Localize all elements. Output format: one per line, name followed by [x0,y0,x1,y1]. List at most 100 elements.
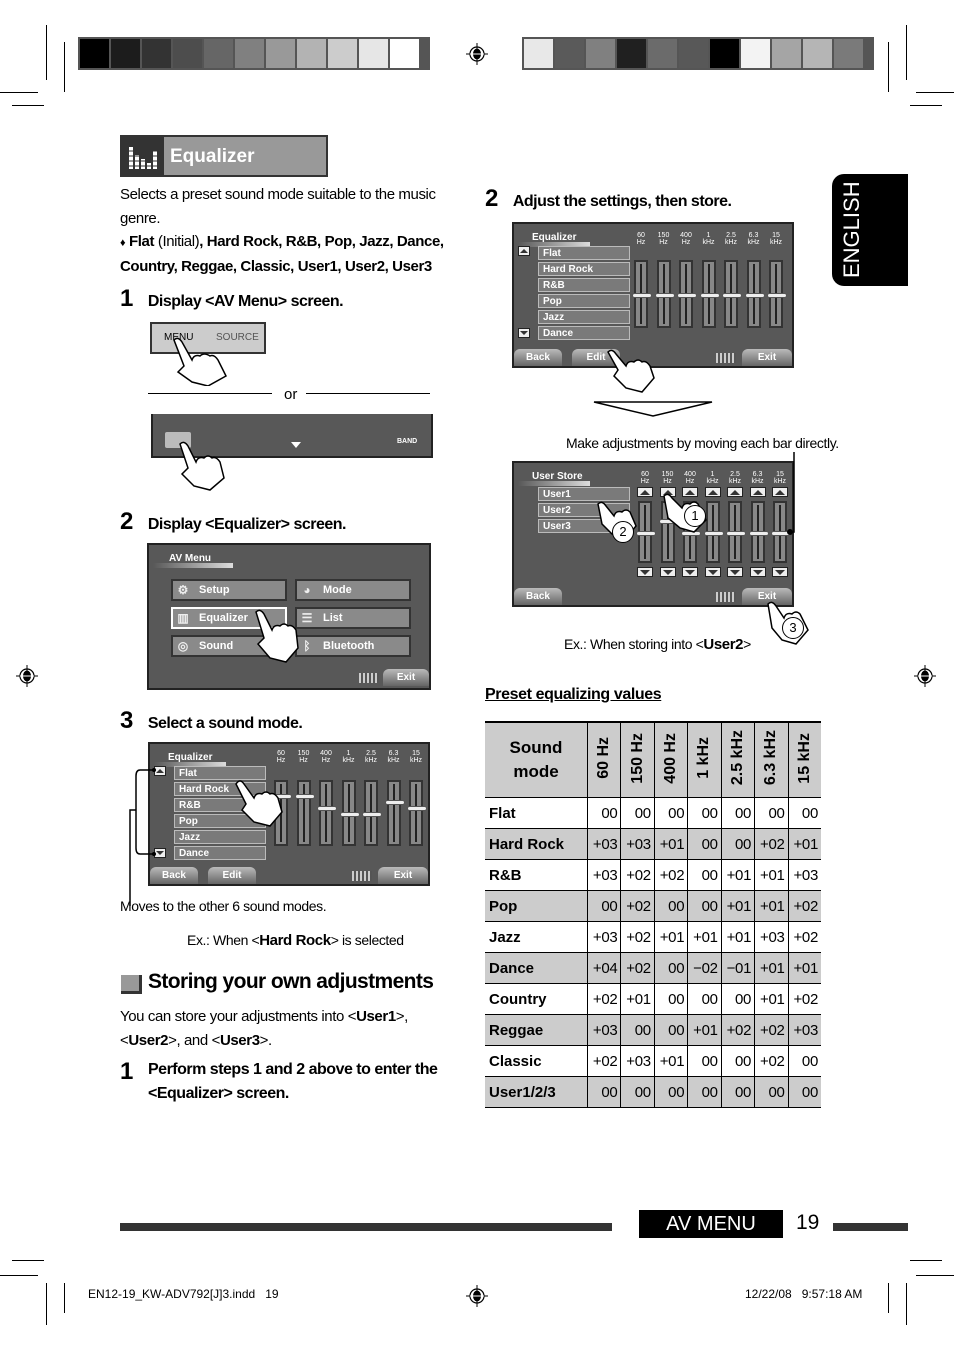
exit-button[interactable]: Exit [742,349,792,366]
value-cell: +02 [587,1045,622,1077]
preset-values-table: Sound mode 60 Hz 150 Hz 400 Hz 1 kHz 2.5 kHz… [485,722,821,1108]
color-swatch [710,39,739,68]
color-swatch [173,39,202,68]
slider-knob[interactable] [699,293,720,298]
increase-button[interactable] [749,487,766,497]
eq-slider[interactable] [407,780,427,846]
slider-knob[interactable] [317,806,337,811]
back-button[interactable]: Back [514,349,562,366]
list-item[interactable]: Jazz [538,310,630,324]
eq-slider[interactable] [699,260,720,328]
back-button[interactable]: Back [514,588,562,605]
decrease-button[interactable] [659,567,676,577]
slider-knob[interactable] [407,806,427,811]
eq-slider[interactable] [771,501,791,563]
pointing-hand-icon [255,609,299,663]
freq-unit: kHz [342,757,355,764]
language-tab: ENGLISH [832,174,908,286]
eq-slider[interactable] [339,780,360,846]
gear-icon: ⚙ [177,583,189,597]
sound-mode-cell: Hard Rock [485,828,588,860]
callout-number: 2 [612,521,634,543]
eq-slider[interactable] [726,501,746,563]
decrease-button[interactable] [772,567,788,577]
slider-knob[interactable] [362,812,382,817]
list-item[interactable]: Pop [538,294,630,308]
band-button[interactable]: BAND [397,438,417,445]
slider-knob[interactable] [726,531,746,536]
scroll-up-button[interactable] [518,246,530,256]
slider-knob[interactable] [339,812,360,817]
decrease-button[interactable] [682,567,698,577]
slider-knob[interactable] [748,531,769,536]
page-number: 19 [796,1211,820,1234]
list-item[interactable]: User1 [538,487,630,501]
header-frequency: 60 Hz [587,722,622,798]
eq-slider[interactable] [722,260,742,328]
list-item[interactable]: Dance [538,326,630,340]
sound-mode-cell: User1/2/3 [485,1076,588,1108]
sound-mode-cell: Reggae [485,1014,588,1046]
menu-item-mode[interactable]: ◕ Mode [295,579,411,601]
freq-unit: Hz [685,478,695,485]
slider-knob[interactable] [722,293,742,298]
eq-slider[interactable] [654,260,675,328]
table-row: User1/2/3 00 00 00 00 00 00 00 [485,1076,821,1108]
frequency-label: 6.3 kHz [762,730,780,786]
slider-knob[interactable] [654,293,675,298]
callout-number: 3 [782,617,804,639]
list-item[interactable]: R&B [538,278,630,292]
increase-button[interactable] [637,487,653,497]
value-cell: 00 [721,797,756,829]
user-store-note: Ex.: When storing into <User2> [564,632,751,657]
dropdown-arrow-icon[interactable] [291,442,301,448]
color-swatch [834,39,863,68]
slider-knob[interactable] [384,800,405,805]
eq-slider[interactable] [384,780,405,846]
slider-knob[interactable] [632,293,652,298]
decrease-button[interactable] [637,567,653,577]
equalizer-screen: Equalizer Flat Hard Rock R&B Pop Jazz Dance 60 H… [512,222,794,368]
eq-slider[interactable] [677,260,697,328]
list-item[interactable]: Jazz [174,830,266,844]
eq-slider[interactable] [294,780,315,846]
eq-slider[interactable] [636,501,656,563]
slider-knob[interactable] [294,794,315,799]
value-cell: +01 [687,1014,722,1046]
edit-button[interactable]: Edit [208,867,256,884]
list-item[interactable]: Flat [538,246,630,260]
decrease-button[interactable] [727,567,743,577]
header-frequency: 150 Hz [620,722,655,798]
value-cell: 00 [721,1045,756,1077]
scroll-down-button[interactable] [518,328,530,338]
list-item[interactable]: Hard Rock [538,262,630,276]
value-cell: 00 [620,1076,655,1108]
color-swatch [235,39,264,68]
color-swatch [297,39,326,68]
slider-knob[interactable] [677,293,697,298]
slider-knob[interactable] [767,293,787,298]
decrease-button[interactable] [704,567,721,577]
increase-button[interactable] [727,487,743,497]
eq-slider[interactable] [317,780,337,846]
footer-section-label: AV MENU [639,1210,783,1238]
menu-item-list[interactable]: ☰ List [295,607,411,629]
freq-unit: kHz [747,239,760,246]
decrease-button[interactable] [749,567,766,577]
slider-knob[interactable] [744,293,765,298]
eq-slider[interactable] [744,260,765,328]
eq-slider[interactable] [632,260,652,328]
exit-button[interactable]: Exit [378,867,428,884]
equalizer-screen: Equalizer Flat Hard Rock R&B Pop Jazz Dance 60 H… [148,742,430,886]
value-cell: +03 [788,1014,821,1046]
eq-slider[interactable] [748,501,769,563]
list-item[interactable]: Dance [174,846,266,860]
value-cell: +02 [620,921,655,953]
eq-slider[interactable] [362,780,382,846]
exit-button[interactable]: Exit [383,669,429,686]
freq-value: 400 [684,471,696,478]
step-text: Display <AV Menu> screen. [147,293,344,310]
eq-slider[interactable] [767,260,787,328]
menu-item-bluetooth[interactable]: ᛒ Bluetooth [295,635,411,657]
menu-item-setup[interactable]: ⚙ Setup [171,579,287,601]
